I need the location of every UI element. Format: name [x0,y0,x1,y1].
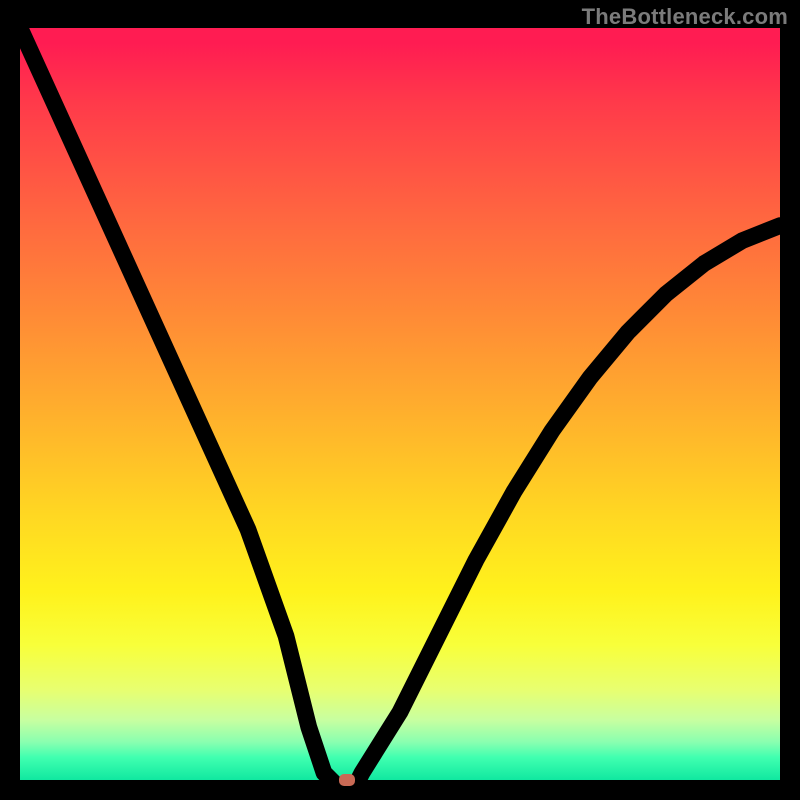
watermark-text: TheBottleneck.com [582,4,788,30]
plot-area [20,28,780,780]
curve-path [20,28,780,788]
bottleneck-curve [20,28,780,788]
chart-frame: TheBottleneck.com [0,0,800,800]
minimum-marker [339,774,355,786]
